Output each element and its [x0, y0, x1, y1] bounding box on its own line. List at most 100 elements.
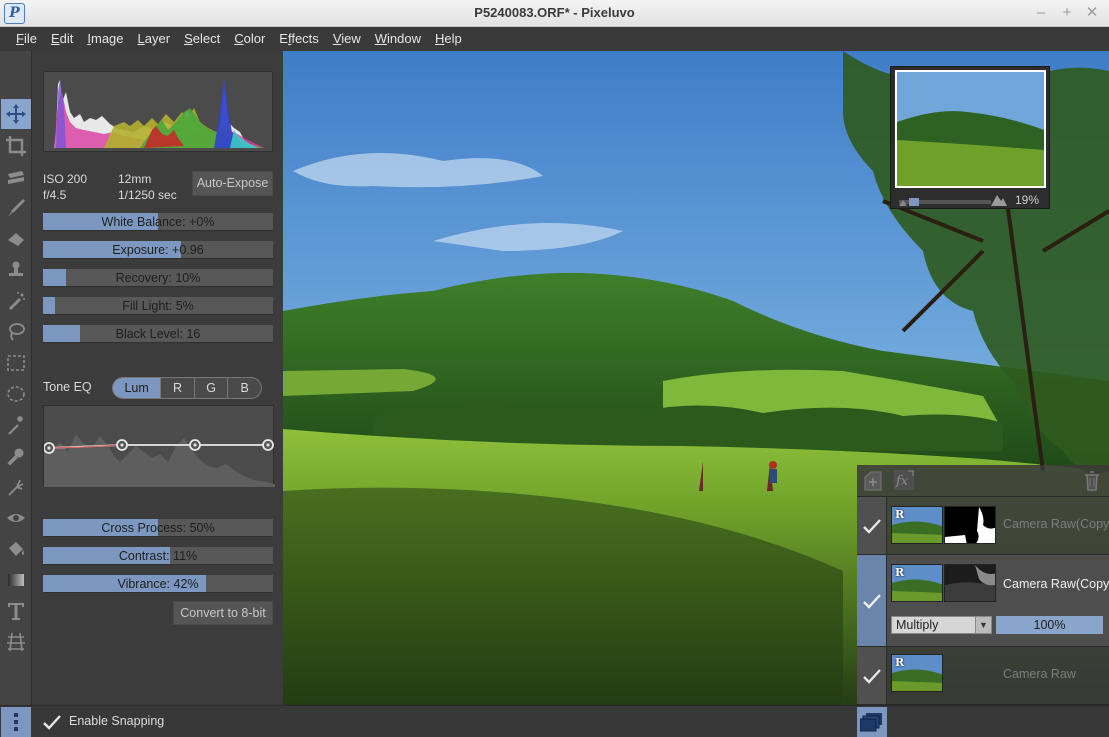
brush-tool[interactable]	[1, 193, 31, 223]
maximize-button[interactable]: +	[1057, 3, 1077, 23]
check-icon	[862, 518, 881, 534]
histogram	[43, 71, 273, 152]
convert-8bit-button[interactable]: Convert to 8-bit	[173, 601, 273, 625]
ellipse-select-tool[interactable]	[1, 379, 31, 409]
black-level-slider[interactable]: Black Level: 16	[43, 325, 273, 343]
smudge-icon	[8, 479, 24, 496]
curve-control-point[interactable]	[262, 439, 274, 451]
clone-tool[interactable]	[1, 255, 31, 285]
menu-bar: File Edit Image Layer Select Color Effec…	[0, 27, 1109, 51]
zoom-slider[interactable]	[899, 197, 991, 207]
curve-control-point[interactable]	[43, 442, 55, 454]
check-icon	[862, 668, 881, 684]
tab-r[interactable]: R	[160, 378, 194, 398]
exposure-slider[interactable]: Exposure: +0.96	[43, 241, 273, 259]
menu-color[interactable]: Color	[227, 27, 272, 51]
tone-eq-channel-tabs: Lum R G B	[112, 377, 262, 399]
bucket-tool[interactable]	[1, 534, 31, 564]
menu-edit[interactable]: Edit	[44, 27, 80, 51]
layer-mask-thumbnail	[944, 506, 996, 544]
red-eye-icon	[7, 514, 25, 522]
status-bar: Enable Snapping	[0, 705, 1109, 737]
perspective-icon	[7, 632, 25, 652]
tab-b[interactable]: B	[227, 378, 261, 398]
focal-length-value: 12mm	[118, 172, 152, 186]
menu-help[interactable]: Help	[428, 27, 469, 51]
tab-g[interactable]: G	[193, 378, 228, 398]
auto-expose-button[interactable]: Auto-Expose	[192, 171, 273, 196]
ellipse-select-icon	[7, 386, 25, 402]
crop-tool[interactable]	[1, 131, 31, 161]
fx-icon[interactable]: fx	[893, 469, 915, 491]
layer-name: Camera Raw	[1003, 667, 1076, 681]
eraser-tool[interactable]	[1, 224, 31, 254]
menu-image[interactable]: Image	[80, 27, 130, 51]
rect-select-tool[interactable]	[1, 348, 31, 378]
snapping-label: Enable Snapping	[69, 714, 165, 728]
lasso-tool[interactable]	[1, 317, 31, 347]
layers-toggle-button[interactable]	[857, 707, 887, 737]
perspective-tool[interactable]	[1, 627, 31, 657]
gradient-tool[interactable]	[1, 565, 31, 595]
chevron-down-icon: ▼	[975, 617, 991, 633]
add-layer-icon[interactable]	[863, 471, 883, 491]
fill-light-slider[interactable]: Fill Light: 5%	[43, 297, 273, 315]
recovery-slider[interactable]: Recovery: 10%	[43, 269, 273, 287]
layer-row-selected[interactable]: R Camera Raw(Copy) Multiply ▼ 100%	[857, 555, 1109, 647]
navigator-thumbnail[interactable]	[895, 70, 1046, 188]
curve-control-point[interactable]	[189, 439, 201, 451]
text-icon	[8, 603, 24, 620]
layer-row[interactable]: R Camera Raw	[857, 647, 1109, 705]
layer-thumbnail: R	[891, 506, 943, 544]
aperture-value: f/4.5	[43, 188, 67, 202]
color-picker-icon	[7, 448, 24, 466]
white-balance-slider[interactable]: White Balance: +0%	[43, 213, 273, 231]
layer-row[interactable]: R Camera Raw(Copy)	[857, 497, 1109, 555]
check-icon	[862, 593, 881, 609]
move-icon	[6, 104, 26, 124]
menu-file[interactable]: File	[9, 27, 44, 51]
lasso-icon	[9, 323, 25, 341]
healing-icon	[9, 292, 25, 310]
layer-visibility-checkbox[interactable]	[857, 647, 887, 704]
curve-control-point[interactable]	[116, 439, 128, 451]
stamp-tool[interactable]	[1, 162, 31, 192]
contrast-slider[interactable]: Contrast: 11%	[43, 547, 273, 565]
color-picker-tool[interactable]	[1, 441, 31, 471]
close-button[interactable]: ✕	[1082, 3, 1102, 23]
toolbox-toggle-button[interactable]	[1, 707, 31, 737]
tone-eq-curve[interactable]	[43, 405, 275, 487]
stamp-icon	[8, 171, 24, 184]
eraser-icon	[8, 233, 24, 246]
shutter-speed-value: 1/1250 sec	[118, 188, 177, 202]
layer-thumbnail: R	[891, 654, 943, 692]
tab-lum[interactable]: Lum	[113, 378, 161, 398]
vibrance-slider[interactable]: Vibrance: 42%	[43, 575, 273, 593]
layer-visibility-checkbox[interactable]	[857, 555, 887, 646]
zoom-level: 19%	[1014, 193, 1039, 207]
svg-text:fx: fx	[895, 474, 909, 489]
menu-select[interactable]: Select	[177, 27, 227, 51]
snapping-checkbox[interactable]	[42, 713, 62, 731]
clone-icon	[9, 261, 23, 276]
menu-view[interactable]: View	[326, 27, 368, 51]
move-tool[interactable]	[1, 99, 31, 129]
red-eye-tool[interactable]	[1, 503, 31, 533]
text-tool[interactable]	[1, 596, 31, 626]
menu-effects[interactable]: Effects	[272, 27, 326, 51]
gradient-icon	[8, 574, 24, 586]
magic-wand-tool[interactable]	[1, 410, 31, 440]
blend-mode-select[interactable]: Multiply ▼	[891, 616, 992, 634]
navigator-panel: 19%	[890, 66, 1050, 209]
layer-mask-thumbnail	[944, 564, 996, 602]
menu-window[interactable]: Window	[368, 27, 428, 51]
layer-visibility-checkbox[interactable]	[857, 497, 887, 554]
cross-process-slider[interactable]: Cross Process: 50%	[43, 519, 273, 537]
smudge-tool[interactable]	[1, 472, 31, 502]
trash-icon[interactable]	[1082, 470, 1102, 492]
layer-opacity-slider[interactable]: 100%	[996, 616, 1103, 634]
menu-layer[interactable]: Layer	[131, 27, 178, 51]
layer-name: Camera Raw(Copy)	[1003, 577, 1109, 591]
minimize-button[interactable]: –	[1031, 3, 1051, 23]
healing-tool[interactable]	[1, 286, 31, 316]
